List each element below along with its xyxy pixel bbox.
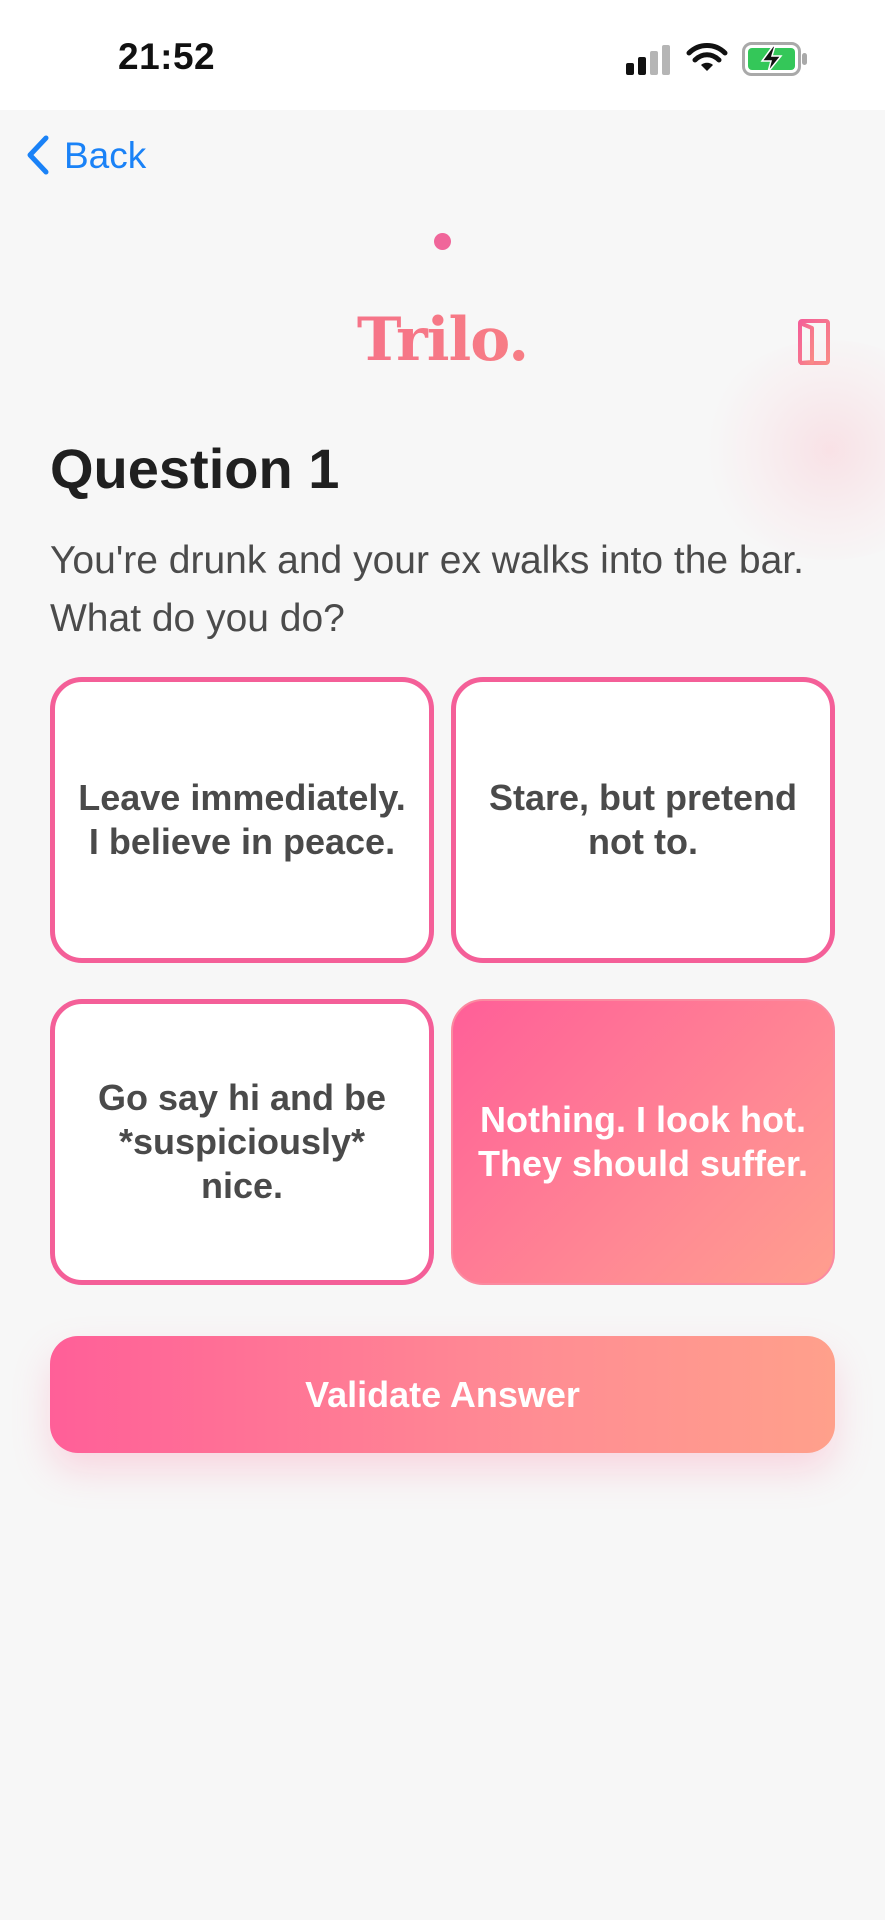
answer-option-2[interactable]: Stare, but pretend not to. bbox=[451, 677, 835, 963]
answer-option-2-label: Stare, but pretend not to. bbox=[488, 777, 798, 862]
answer-option-4-label: Nothing. I look hot. They should suffer. bbox=[477, 1099, 809, 1184]
battery-charging-icon bbox=[742, 42, 807, 76]
answer-option-1-label: Leave immediately. I believe in peace. bbox=[78, 777, 406, 862]
question-text: You're drunk and your ex walks into the … bbox=[50, 539, 804, 640]
wifi-icon bbox=[686, 43, 728, 71]
signal-icon bbox=[626, 45, 670, 75]
chevron-left-icon bbox=[27, 135, 49, 175]
status-bar: 21:52 bbox=[0, 0, 885, 110]
door-icon[interactable] bbox=[796, 318, 832, 366]
answer-option-1[interactable]: Leave immediately. I believe in peace. bbox=[50, 677, 434, 963]
answer-option-4-selected[interactable]: Nothing. I look hot. They should suffer. bbox=[451, 999, 835, 1285]
app-logo: Trilo. bbox=[0, 305, 885, 375]
answer-options-grid: Leave immediately. I believe in peace. S… bbox=[50, 677, 835, 1285]
answer-option-3-label: Go say hi and be *suspiciously* nice. bbox=[97, 1077, 387, 1206]
validate-answer-button[interactable]: Validate Answer bbox=[50, 1336, 835, 1453]
back-button[interactable]: Back bbox=[24, 130, 146, 180]
question-title: Question 1 bbox=[50, 437, 340, 500]
page-indicator-dot bbox=[434, 233, 451, 250]
status-time: 21:52 bbox=[118, 36, 216, 77]
answer-option-3[interactable]: Go say hi and be *suspiciously* nice. bbox=[50, 999, 434, 1285]
back-label: Back bbox=[64, 134, 147, 176]
question-screen: 21:52 Back Trilo. Question 1 You're drun… bbox=[0, 0, 885, 1920]
